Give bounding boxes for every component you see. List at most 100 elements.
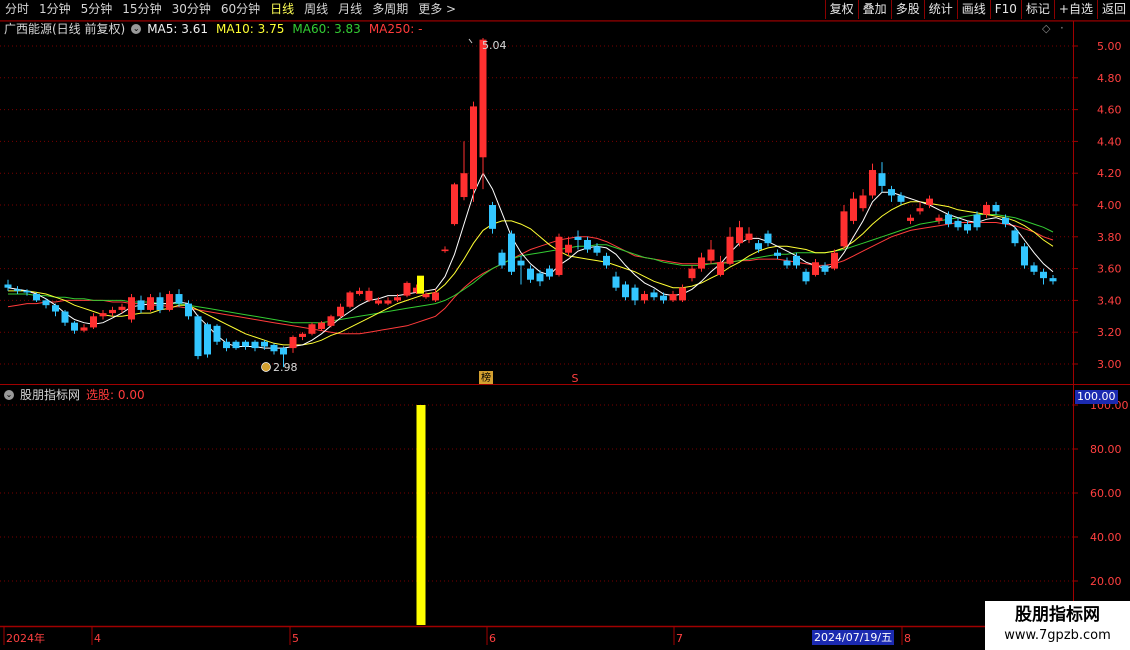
candle[interactable] <box>289 335 297 353</box>
diamond-icon[interactable]: ◇ <box>1042 22 1050 35</box>
kline-chart[interactable]: 5.00 4.80 4.60 4.40 4.20 4.00 3.80 3.60 3.40 3.20… <box>0 0 1130 650</box>
candle[interactable] <box>555 233 563 277</box>
signal-bar[interactable] <box>416 405 426 625</box>
candle[interactable] <box>451 182 458 226</box>
candle[interactable] <box>470 101 477 202</box>
candle[interactable] <box>717 255 724 277</box>
candle[interactable] <box>90 313 97 330</box>
candle[interactable] <box>603 252 610 269</box>
candle[interactable] <box>802 268 810 285</box>
candle-body <box>593 246 601 253</box>
candle[interactable] <box>831 249 838 271</box>
candle[interactable] <box>774 249 781 260</box>
candle[interactable] <box>4 279 12 291</box>
candle[interactable] <box>213 324 221 345</box>
indicator-name[interactable]: 股朋指标网 <box>20 387 80 403</box>
bang-icon[interactable]: 榜 <box>479 371 493 384</box>
candle[interactable] <box>1040 268 1047 285</box>
candle[interactable] <box>270 343 278 355</box>
candle[interactable] <box>698 252 705 272</box>
candle[interactable] <box>546 265 553 280</box>
candle[interactable] <box>907 214 914 225</box>
candle[interactable] <box>1049 274 1057 285</box>
candle[interactable] <box>356 287 363 296</box>
candle[interactable] <box>403 281 411 298</box>
candle[interactable] <box>878 162 886 193</box>
candle[interactable] <box>935 214 943 225</box>
candle[interactable] <box>821 262 829 275</box>
candle[interactable] <box>650 289 658 301</box>
candle[interactable] <box>489 201 496 234</box>
candle[interactable] <box>688 265 696 282</box>
candle-body <box>365 290 373 301</box>
candle-body <box>299 333 306 337</box>
candle[interactable] <box>460 141 468 201</box>
candle[interactable] <box>327 314 335 328</box>
candle[interactable] <box>137 295 145 314</box>
candle[interactable] <box>384 297 392 306</box>
candle[interactable] <box>166 290 173 312</box>
candle[interactable] <box>631 284 639 306</box>
candle[interactable] <box>346 290 354 309</box>
candle[interactable] <box>527 265 534 283</box>
candle-body <box>669 294 677 301</box>
candle[interactable] <box>308 322 316 336</box>
candle-body <box>812 262 819 275</box>
candle[interactable] <box>242 340 249 350</box>
candle[interactable] <box>916 201 924 215</box>
dot-icon[interactable]: · <box>1060 21 1064 35</box>
candle[interactable] <box>441 246 449 253</box>
candle[interactable] <box>80 324 88 333</box>
candle[interactable] <box>147 294 154 312</box>
candle[interactable] <box>508 230 515 275</box>
chevron-down-icon[interactable]: ⌄ <box>131 24 142 34</box>
candle[interactable] <box>232 340 240 350</box>
candle[interactable] <box>745 227 753 244</box>
candle[interactable] <box>498 249 506 269</box>
candle[interactable] <box>622 281 629 301</box>
candle[interactable] <box>669 290 677 302</box>
candle[interactable] <box>888 185 895 202</box>
candle[interactable] <box>1021 243 1028 269</box>
candle[interactable] <box>641 290 648 304</box>
candle[interactable] <box>194 314 202 360</box>
price-tick-label: 4.40 <box>1097 135 1122 148</box>
candle[interactable] <box>764 230 772 247</box>
candle[interactable] <box>299 332 306 341</box>
candle[interactable] <box>61 309 69 326</box>
candle[interactable] <box>251 340 259 352</box>
candle[interactable] <box>736 220 743 247</box>
candle[interactable] <box>954 217 962 231</box>
candle[interactable] <box>869 163 876 199</box>
candle[interactable] <box>850 192 857 225</box>
candle-body <box>897 195 905 202</box>
candle[interactable] <box>99 309 107 320</box>
stock-name[interactable]: 广西能源(日线 前复权) <box>4 21 125 37</box>
candle[interactable] <box>337 303 344 318</box>
candle[interactable] <box>128 294 135 323</box>
candle[interactable] <box>365 287 373 302</box>
candle[interactable] <box>565 236 572 256</box>
chevron-down-icon[interactable]: ⌄ <box>4 390 14 400</box>
candle[interactable] <box>726 227 734 266</box>
candle[interactable] <box>432 289 439 302</box>
candle[interactable] <box>584 236 591 253</box>
candle[interactable] <box>707 239 715 264</box>
candle[interactable] <box>52 303 59 317</box>
candle[interactable] <box>992 201 1000 215</box>
candle[interactable] <box>223 338 230 352</box>
candle[interactable] <box>859 189 867 212</box>
candle[interactable] <box>109 306 116 317</box>
candle[interactable] <box>156 292 164 314</box>
candle[interactable] <box>783 257 791 269</box>
candle[interactable] <box>840 205 848 250</box>
candle[interactable] <box>14 286 21 295</box>
candle[interactable] <box>479 38 487 190</box>
candle[interactable] <box>204 322 211 358</box>
s-icon[interactable]: S <box>572 372 579 385</box>
candle[interactable] <box>812 259 819 277</box>
candle[interactable] <box>517 255 525 285</box>
candle[interactable] <box>1030 262 1038 275</box>
candle[interactable] <box>33 292 40 302</box>
candle[interactable] <box>612 271 620 291</box>
